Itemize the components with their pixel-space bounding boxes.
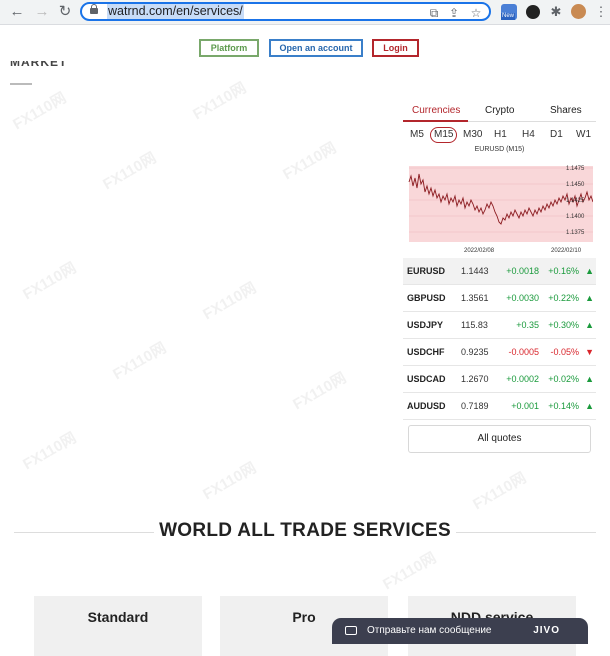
watermark: FX110网: [280, 139, 340, 184]
quote-percent: +0.14%: [548, 401, 579, 411]
quote-percent: +0.22%: [548, 293, 579, 303]
x-tick-label: 2022/02/10: [551, 248, 582, 254]
url-text[interactable]: watrnd.com/en/services/: [107, 4, 244, 19]
active-tab-underline: [403, 120, 468, 122]
envelope-icon: [345, 626, 357, 635]
up-arrow-icon: ▲: [585, 320, 594, 330]
heading-underline: [10, 83, 32, 85]
extension-new-icon[interactable]: New: [501, 4, 517, 20]
quote-change: -0.0005: [508, 347, 539, 357]
quote-price: 1.2670: [461, 374, 489, 384]
quote-change: +0.0002: [506, 374, 539, 384]
watermark: FX110网: [10, 89, 70, 134]
chart-title: EURUSD (M15): [474, 146, 525, 153]
login-button[interactable]: Login: [372, 39, 419, 57]
card-standard[interactable]: Standard: [34, 596, 202, 656]
quote-row-gbpusd[interactable]: GBPUSD 1.3561 +0.0030 +0.22% ▲: [403, 285, 596, 312]
all-quotes-button[interactable]: All quotes: [408, 425, 591, 453]
x-tick-label: 2022/02/08: [464, 248, 495, 254]
watermark: FX110网: [20, 259, 80, 304]
quote-percent: +0.16%: [548, 266, 579, 276]
y-tick-label: 1.1475: [566, 166, 585, 172]
y-tick-label: 1.1425: [566, 198, 585, 204]
browser-toolbar: ← → ↻ watrnd.com/en/services/ ⧉ ⇪ ☆ New …: [0, 0, 610, 25]
lock-icon: [90, 4, 98, 16]
watermark: FX110网: [110, 339, 170, 384]
watermark: FX110网: [20, 429, 80, 474]
tab-shares[interactable]: Shares: [550, 105, 582, 116]
watermark: FX110网: [470, 469, 530, 514]
puzzle-extensions-icon[interactable]: ✱: [547, 3, 565, 21]
tab-crypto[interactable]: Crypto: [485, 105, 514, 116]
timeframe-m30[interactable]: M30: [463, 128, 482, 142]
quote-symbol: USDCAD: [407, 374, 446, 384]
quote-price: 0.7189: [461, 401, 489, 411]
timeframe-w1[interactable]: W1: [576, 128, 591, 142]
card-title: Standard: [87, 609, 149, 625]
chat-brand-logo: JIVO: [533, 625, 560, 636]
watermark: FX110网: [290, 369, 350, 414]
up-arrow-icon: ▲: [585, 401, 594, 411]
partial-section-heading: MARKET QUOTES: [10, 61, 68, 71]
market-quotes-widget: Currencies Crypto Shares M5 M15 M30 H1 H…: [403, 98, 596, 458]
timeframe-h1[interactable]: H1: [494, 128, 507, 142]
quote-percent: +0.30%: [548, 320, 579, 330]
quote-price: 115.83: [461, 320, 488, 330]
timeframe-m5[interactable]: M5: [410, 128, 424, 142]
up-arrow-icon: ▲: [585, 266, 594, 276]
timeframe-m15[interactable]: M15: [430, 127, 458, 143]
quote-row-usdjpy[interactable]: USDJPY 115.83 +0.35 +0.30% ▲: [403, 312, 596, 339]
quote-symbol: USDCHF: [407, 347, 445, 357]
chat-prompt-text: Отправьте нам сообщение: [367, 625, 492, 636]
quote-symbol: EURUSD: [407, 266, 446, 276]
back-arrow-icon[interactable]: ←: [8, 3, 26, 21]
down-chevron-icon: ▼: [585, 347, 594, 357]
quote-price: 1.1443: [461, 266, 489, 276]
quote-row-usdchf[interactable]: USDCHF 0.9235 -0.0005 -0.05% ▼: [403, 339, 596, 366]
quote-symbol: GBPUSD: [407, 293, 446, 303]
quote-price: 0.9235: [461, 347, 489, 357]
quote-row-eurusd[interactable]: EURUSD 1.1443 +0.0018 +0.16% ▲: [403, 258, 596, 285]
section-title: WORLD ALL TRADE SERVICES: [159, 520, 451, 541]
reload-icon[interactable]: ↻: [56, 3, 74, 21]
share-icon[interactable]: ⇪: [447, 6, 461, 20]
y-tick-label: 1.1375: [566, 230, 585, 236]
quote-symbol: USDJPY: [407, 320, 444, 330]
quote-row-audusd[interactable]: AUDUSD 0.7189 +0.001 +0.14% ▲: [403, 393, 596, 420]
quote-price: 1.3561: [461, 293, 489, 303]
quote-change: +0.35: [516, 320, 539, 330]
quote-change: +0.0018: [506, 266, 539, 276]
forward-arrow-icon[interactable]: →: [33, 3, 51, 21]
timeframe-d1[interactable]: D1: [550, 128, 563, 142]
platform-button[interactable]: Platform: [199, 39, 259, 57]
watermark: FX110网: [190, 79, 250, 124]
quote-change: +0.001: [511, 401, 539, 411]
watermark: FX110网: [380, 549, 440, 594]
profile-avatar[interactable]: [571, 4, 586, 19]
y-tick-label: 1.1400: [566, 214, 585, 220]
y-tick-label: 1.1450: [566, 182, 585, 188]
translate-icon[interactable]: ⧉: [427, 6, 441, 20]
star-icon[interactable]: ☆: [469, 6, 483, 20]
quote-symbol: AUDUSD: [407, 401, 446, 411]
tab-currencies[interactable]: Currencies: [412, 105, 460, 116]
up-arrow-icon: ▲: [585, 293, 594, 303]
menu-kebab-icon[interactable]: ⋮: [592, 3, 610, 21]
watermark: FX110网: [100, 149, 160, 194]
open-account-button[interactable]: Open an account: [269, 39, 363, 57]
timeframe-h4[interactable]: H4: [522, 128, 535, 142]
quote-percent: +0.02%: [548, 374, 579, 384]
address-bar[interactable]: watrnd.com/en/services/ ⧉ ⇪ ☆: [80, 2, 491, 21]
up-arrow-icon: ▲: [585, 374, 594, 384]
new-badge: New: [501, 13, 516, 20]
quote-percent: -0.05%: [550, 347, 579, 357]
quote-row-usdcad[interactable]: USDCAD 1.2670 +0.0002 +0.02% ▲: [403, 366, 596, 393]
extension-dark-icon[interactable]: [526, 5, 540, 19]
watermark: FX110网: [200, 279, 260, 324]
watermark: FX110网: [200, 459, 260, 504]
quote-change: +0.0030: [506, 293, 539, 303]
eurusd-mini-chart: 1.1475 1.1450 1.1425 1.1400 1.1375 2022/…: [408, 166, 593, 254]
chat-widget[interactable]: Отправьте нам сообщение JIVO: [332, 618, 588, 644]
